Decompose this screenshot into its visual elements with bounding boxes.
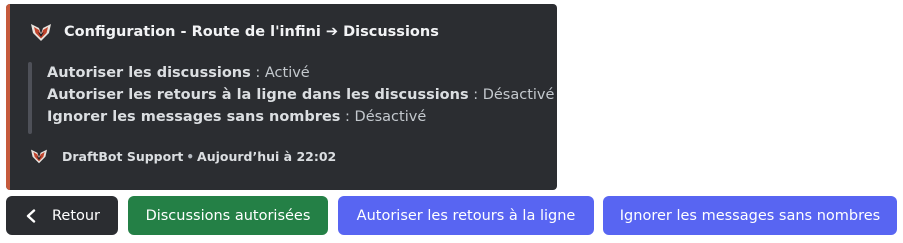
setting-separator: : [340, 109, 355, 125]
quote-bar [28, 62, 32, 134]
setting-label: Autoriser les retours à la ligne dans le… [47, 87, 469, 103]
setting-line: Autoriser les discussions : Activé [47, 62, 554, 84]
draftbot-logo-icon [30, 148, 48, 164]
allow-line-breaks-label: Autoriser les retours à la ligne [356, 207, 576, 224]
embed-footer: DraftBot Support • Aujourd’hui à 22:02 [30, 148, 336, 164]
footer-author: DraftBot Support [62, 148, 184, 164]
footer-text: DraftBot Support • Aujourd’hui à 22:02 [62, 149, 336, 164]
discussions-allowed-button[interactable]: Discussions autorisées [128, 196, 328, 235]
setting-separator: : [468, 87, 483, 103]
setting-separator: : [250, 65, 265, 81]
footer-timestamp: Aujourd’hui à 22:02 [197, 148, 337, 164]
setting-label: Ignorer les messages sans nombres [47, 109, 341, 125]
embed-author: Configuration - Route de l'infini ➔ Disc… [30, 22, 439, 42]
setting-label: Autoriser les discussions [47, 65, 251, 81]
back-button[interactable]: Retour [6, 196, 118, 235]
embed-accent-bar [6, 4, 10, 190]
embed-description: Autoriser les discussions : Activé Autor… [47, 62, 554, 128]
setting-line: Ignorer les messages sans nombres : Désa… [47, 106, 554, 128]
embed-title: Configuration - Route de l'infini ➔ Disc… [64, 24, 439, 40]
discussions-allowed-label: Discussions autorisées [145, 207, 311, 224]
footer-dot: • [186, 149, 195, 164]
setting-line: Autoriser les retours à la ligne dans le… [47, 84, 554, 106]
back-button-label: Retour [51, 207, 101, 224]
setting-value: Activé [264, 65, 310, 81]
ignore-messages-button[interactable]: Ignorer les messages sans nombres [603, 196, 897, 235]
setting-value: Désactivé [482, 87, 555, 103]
setting-value: Désactivé [354, 109, 427, 125]
ignore-messages-label: Ignorer les messages sans nombres [619, 207, 881, 224]
chevron-left-icon [24, 208, 38, 223]
allow-line-breaks-button[interactable]: Autoriser les retours à la ligne [338, 196, 594, 235]
draftbot-logo-icon [30, 22, 52, 42]
embed-card: Configuration - Route de l'infini ➔ Disc… [6, 4, 557, 190]
